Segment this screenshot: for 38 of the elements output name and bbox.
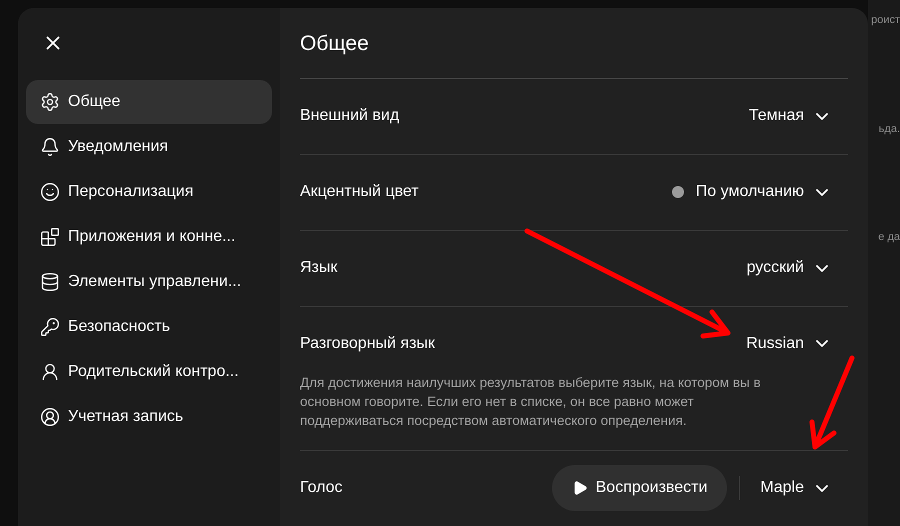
smiley-icon: [40, 182, 60, 202]
page-title: Общее: [300, 28, 848, 78]
dropdown[interactable]: Темная: [748, 104, 828, 128]
setting-label: Внешний вид: [300, 106, 400, 126]
bell-icon: [40, 137, 60, 157]
chevron-down-icon: [816, 484, 828, 492]
dropdown[interactable]: Maple: [760, 476, 828, 500]
user-circle-icon: [40, 407, 60, 427]
sidebar-item[interactable]: Приложения и конне...: [26, 215, 272, 259]
sidebar-item[interactable]: Общее: [26, 80, 272, 124]
play-button[interactable]: Воспроизвести: [552, 465, 728, 511]
chevron-down-icon: [816, 264, 828, 272]
sidebar-item[interactable]: Учетная запись: [26, 395, 272, 439]
chevron-down-icon: [816, 188, 828, 196]
setting-label: Голос: [300, 478, 343, 498]
background-text: е да: [878, 230, 900, 245]
chevron-down-icon: [816, 112, 828, 120]
chevron-down-icon: [816, 340, 828, 347]
sidebar-item[interactable]: Родительский контро...: [26, 350, 272, 394]
setting-description: Для достижения наилучших результатов выберите язык, на котором вы в основном говорите. Если его нет в списке, он все равно может поддерживаться посредством автоматического определения.: [300, 374, 762, 430]
play-icon: [572, 480, 588, 496]
key-icon: [40, 317, 60, 337]
sidebar-item[interactable]: Элементы управлени...: [26, 260, 272, 304]
background-text: роист: [871, 13, 900, 28]
sidebar-item[interactable]: Персонализация: [26, 170, 272, 214]
gear-icon: [40, 92, 60, 112]
background-text: ьда.: [878, 122, 900, 136]
dropdown[interactable]: Russian: [746, 332, 828, 356]
setting-label: Акцентный цвет: [300, 182, 419, 202]
setting-label: Разговорный язык: [300, 334, 435, 354]
sidebar-item[interactable]: Безопасность: [26, 305, 272, 349]
person-icon: [40, 362, 60, 382]
blocks-icon: [40, 227, 60, 247]
database-icon: [40, 272, 60, 292]
dropdown[interactable]: русский: [746, 256, 828, 280]
setting-label: Язык: [300, 258, 338, 278]
sidebar-item[interactable]: Уведомления: [26, 125, 272, 169]
dropdown[interactable]: По умолчанию: [672, 180, 828, 204]
